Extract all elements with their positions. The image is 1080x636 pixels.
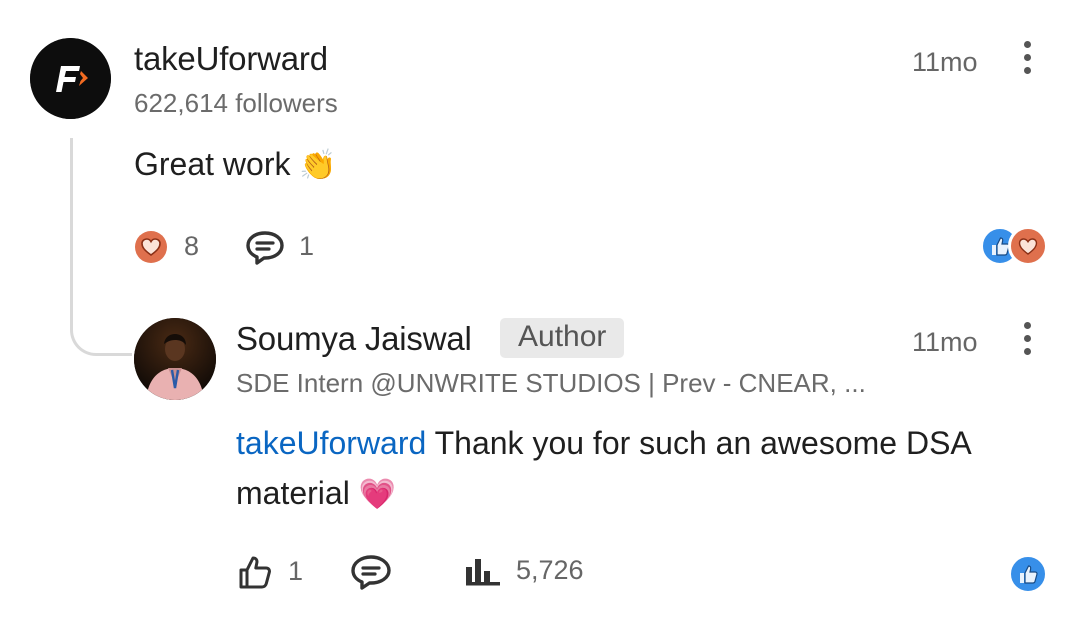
thumbs-up-outline-icon xyxy=(239,556,271,589)
takeuforward-avatar[interactable] xyxy=(30,38,111,119)
reply-speech-bubble-icon xyxy=(351,555,391,590)
author-badge: Author xyxy=(500,318,625,358)
comment-author-followers: 622,614 followers xyxy=(134,88,338,118)
soumya-jaiswal-avatar[interactable] xyxy=(134,318,216,400)
reply-author-headline: SDE Intern @UNWRITE STUDIOS | Prev - CNE… xyxy=(236,368,866,398)
reply-impressions-count: 5,726 xyxy=(516,555,584,585)
comment-text: Great work 👏 xyxy=(134,139,337,191)
reply-text-content-line2: material xyxy=(236,475,350,511)
comment-more-options-icon[interactable] xyxy=(1024,41,1031,80)
reply-author-name[interactable]: Soumya Jaiswal xyxy=(236,320,472,358)
comment-timestamp: 11mo xyxy=(912,47,978,77)
love-reaction-icon xyxy=(1008,226,1048,266)
comment-text-content: Great work xyxy=(134,146,291,182)
clapping-hands-emoji: 👏 xyxy=(299,149,337,182)
reply-text-content: Thank you for such an awesome DSA xyxy=(426,425,972,461)
like-reaction-icon xyxy=(1008,554,1048,594)
reply-speech-bubble-icon xyxy=(246,231,284,265)
reply-more-options-icon[interactable] xyxy=(1024,322,1031,361)
reply-reactions-summary[interactable] xyxy=(1008,554,1050,594)
pink-heart-emoji: 💗 xyxy=(358,478,397,511)
bar-chart-analytics-icon xyxy=(466,559,500,586)
comment-like-button[interactable]: 8 xyxy=(134,230,204,264)
reply-like-count: 1 xyxy=(288,556,304,586)
thread-connector-line xyxy=(70,138,132,356)
reply-impressions-button[interactable]: 5,726 xyxy=(464,555,604,589)
comment-author-name[interactable]: takeUforward xyxy=(134,40,328,78)
love-reaction-icon xyxy=(135,231,167,263)
comment-reply-count: 1 xyxy=(299,231,315,261)
reply-text: takeUforward Thank you for such an aweso… xyxy=(236,418,1056,520)
mention-link[interactable]: takeUforward xyxy=(236,425,426,461)
comment-reactions-summary[interactable] xyxy=(980,226,1050,266)
comment-like-count: 8 xyxy=(184,231,200,261)
reply-timestamp: 11mo xyxy=(912,327,978,357)
reply-like-button[interactable]: 1 xyxy=(236,552,316,592)
reply-reply-button[interactable] xyxy=(350,554,392,592)
takeuforward-logo-icon xyxy=(30,38,111,119)
profile-photo-icon xyxy=(134,318,216,400)
comment-reply-button[interactable]: 1 xyxy=(245,230,315,265)
